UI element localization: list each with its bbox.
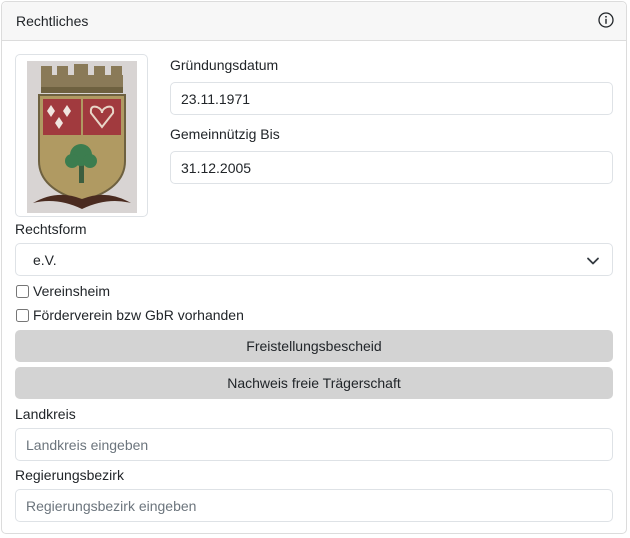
gemeinnuetzig-bis-label: Gemeinnützig Bis	[170, 126, 280, 142]
landkreis-label: Landkreis	[15, 406, 76, 422]
chevron-down-icon	[587, 257, 599, 265]
card-header: Rechtliches	[2, 2, 626, 41]
rechtsform-label: Rechtsform	[15, 221, 87, 237]
vereinsheim-option[interactable]: Vereinsheim	[15, 283, 110, 299]
coat-of-arms-image	[27, 61, 137, 213]
gruendungsdatum-label: Gründungsdatum	[170, 57, 279, 73]
rechtsform-select[interactable]: e.V.	[15, 243, 613, 276]
foerderverein-checkbox[interactable]	[16, 309, 29, 322]
card-title: Rechtliches	[16, 13, 89, 29]
rechtsform-selected-value: e.V.	[33, 252, 57, 268]
info-circle-icon[interactable]	[598, 12, 614, 28]
gruendungsdatum-input[interactable]	[170, 82, 613, 115]
nachweis-traegerschaft-button[interactable]: Nachweis freie Trägerschaft	[15, 367, 613, 399]
regierungsbezirk-input[interactable]	[15, 489, 613, 522]
vereinsheim-checkbox[interactable]	[16, 285, 29, 298]
vereinsheim-label: Vereinsheim	[33, 283, 111, 299]
coat-of-arms-frame	[15, 54, 148, 217]
landkreis-input[interactable]	[15, 428, 613, 461]
foerderverein-option[interactable]: Förderverein bzw GbR vorhanden	[15, 307, 244, 323]
regierungsbezirk-label: Regierungsbezirk	[15, 467, 124, 483]
freistellungsbescheid-button[interactable]: Freistellungsbescheid	[15, 330, 613, 362]
foerderverein-label: Förderverein bzw GbR vorhanden	[33, 307, 244, 323]
gemeinnuetzig-bis-input[interactable]	[170, 151, 613, 184]
